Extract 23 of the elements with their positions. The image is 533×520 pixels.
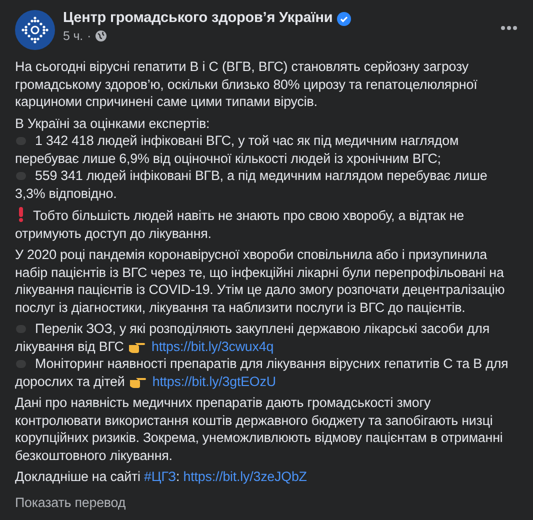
link[interactable]: https://bit.ly/3zeJQbZ — [183, 469, 307, 484]
more-icon — [501, 26, 517, 30]
list-heading: В Україні за оцінками експертів: — [15, 114, 211, 132]
separator: · — [87, 28, 92, 44]
pointing-hand-icon — [129, 342, 146, 352]
author-name[interactable]: Центр громадського здоров’я України — [63, 10, 333, 28]
post-paragraph: Дані про наявність медичних препаратів дають громадськості змогу контролювати використання коштів державного бюджету та запобігають низці корупційних ризиків. Зокрема, унеможливлюють відмову пацієнтам в отриманні безкоштовного лікування. — [15, 394, 504, 464]
logo-icon — [15, 10, 55, 50]
post-time[interactable]: 5 ч. — [63, 28, 84, 45]
pointing-hand-icon — [130, 378, 146, 388]
link[interactable]: https://bit.ly/3cwux4q — [151, 338, 274, 354]
post-paragraph: На сьогодні вірусні гепатити В і С (ВГВ, ВГС) становлять серйозну загрозу громадському здоров’ю, оскільки близько 80% цирозу та гепатоцелюлярної карциноми спричинені саме цими типами вірусів. — [15, 58, 478, 110]
more-button[interactable] — [501, 26, 517, 30]
translate-link[interactable]: Показать перевод — [15, 494, 517, 511]
list-item: 559 341 людей інфіковані ВГВ, а під медичним наглядом перебуває лише 3,3% відповідно. — [15, 167, 488, 202]
link[interactable]: https://bit.ly/3gtEOzU — [152, 374, 276, 388]
list-item: 1 342 418 людей інфіковані ВГС, у той час як під медичним наглядом перебуває лише 6,9% від оціночної кількості людей із хронічним ВГС; — [15, 132, 460, 167]
list-item: Перелік ЗОЗ, у які розподіляють закуплені державою лікарські засоби для лікування від ВГС https://bit.ly/3cwux4q — [15, 320, 490, 355]
post-paragraph: Тобто більшість людей навіть не знають про свою хворобу, а відтак не отримують доступ до лікування. — [15, 206, 466, 242]
post-paragraph: Докладніше на сайті #ЦГЗ: https://bit.ly/3zeJQbZ — [15, 468, 308, 486]
list-item: Моніторинг наявності препаратів для лікування вірусних гепатитів С та В для дорослих та дітей https://bit.ly/3gtEOzU — [15, 355, 510, 390]
hashtag-link[interactable]: #ЦГЗ — [144, 469, 176, 484]
post-paragraph: У 2020 році пандемія коронавірусної хвороби сповільнила або і призупинила набір пацієнтів із ВГС через те, що інфекційні лікарні були перепрофільовані на лікування пацієнтів із COVID-19. Утім це дало змогу розпочати децентралізацію послуг із діагностики, лікування та наблизити послуги із ВГС до пацієнтів. — [15, 246, 506, 316]
